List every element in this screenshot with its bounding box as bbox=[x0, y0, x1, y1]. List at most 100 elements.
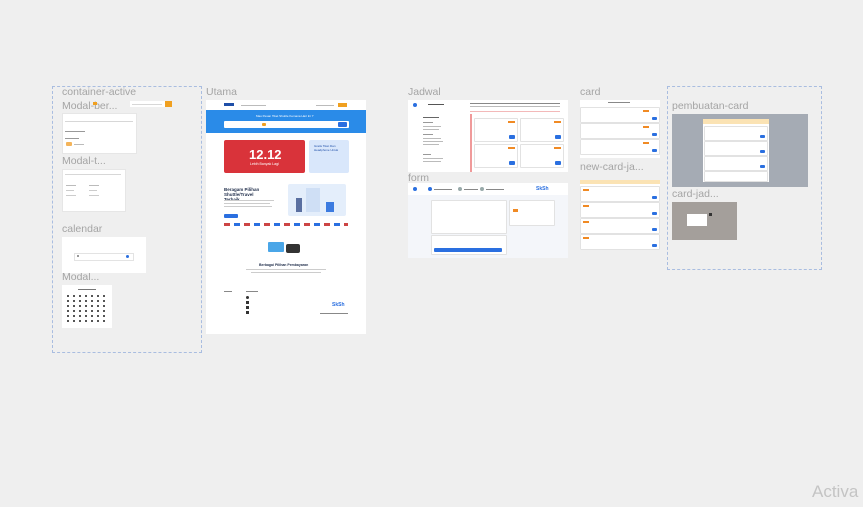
frame-label-modal-t[interactable]: Modal-t... bbox=[62, 155, 106, 167]
card-jad-preview[interactable] bbox=[687, 214, 707, 226]
calendar-day-cell[interactable] bbox=[85, 305, 87, 307]
calendar-day-cell[interactable] bbox=[73, 300, 75, 302]
new-card-item-4[interactable] bbox=[580, 234, 660, 250]
calendar-prev-icon[interactable] bbox=[77, 255, 79, 257]
frame-label-utama[interactable]: Utama bbox=[206, 86, 237, 98]
facebook-icon[interactable] bbox=[246, 306, 249, 309]
calendar-day-cell[interactable] bbox=[91, 305, 93, 307]
calendar-day-cell[interactable] bbox=[79, 310, 81, 312]
calendar-day-cell[interactable] bbox=[85, 315, 87, 317]
calendar-day-cell[interactable] bbox=[103, 300, 105, 302]
modal-ber-frame[interactable] bbox=[62, 113, 137, 154]
frame-label-card[interactable]: card bbox=[580, 86, 600, 98]
calendar-day-cell[interactable] bbox=[73, 320, 75, 322]
calendar-day-cell[interactable] bbox=[79, 300, 81, 302]
calendar-day-cell[interactable] bbox=[103, 310, 105, 312]
card-item-2[interactable] bbox=[580, 123, 660, 139]
calendar-day-cell[interactable] bbox=[97, 310, 99, 312]
calendar-day-cell[interactable] bbox=[103, 295, 105, 297]
container-active-frame[interactable] bbox=[130, 101, 165, 107]
linkedin-icon[interactable] bbox=[246, 311, 249, 314]
calendar-day-cell[interactable] bbox=[85, 310, 87, 312]
jadwal-back-icon[interactable] bbox=[413, 103, 417, 107]
calendar-day-cell[interactable] bbox=[67, 320, 69, 322]
calendar-day-cell[interactable] bbox=[103, 305, 105, 307]
jadwal-card-2[interactable] bbox=[520, 118, 564, 142]
learn-more-button[interactable] bbox=[224, 214, 238, 218]
swap-icon[interactable] bbox=[262, 123, 266, 126]
calendar-day-cell[interactable] bbox=[85, 320, 87, 322]
calendar-day-cell[interactable] bbox=[73, 305, 75, 307]
modal-calendar-frame[interactable] bbox=[62, 285, 112, 328]
login-button[interactable] bbox=[338, 103, 347, 107]
calendar-day-cell[interactable] bbox=[67, 305, 69, 307]
submit-button[interactable] bbox=[434, 248, 502, 252]
calendar-day-cell[interactable] bbox=[67, 315, 69, 317]
new-card-item-3[interactable] bbox=[580, 218, 660, 234]
pembuatan-card-item-4[interactable] bbox=[704, 171, 768, 182]
frame-label-jadwal[interactable]: Jadwal bbox=[408, 86, 441, 98]
hero-search-banner[interactable]: Mau Pesan Tiket Shuttle Kemana Hari Ini … bbox=[206, 110, 366, 133]
instagram-icon[interactable] bbox=[246, 296, 249, 299]
booking-summary-card[interactable] bbox=[509, 200, 555, 226]
calendar-day-cell[interactable] bbox=[79, 305, 81, 307]
container-active-orange-button[interactable] bbox=[165, 101, 172, 107]
calendar-day-cell[interactable] bbox=[79, 295, 81, 297]
form-frame[interactable]: SkSh bbox=[408, 183, 568, 258]
frame-label-container-active[interactable]: container-active bbox=[62, 86, 136, 98]
calendar-day-cell[interactable] bbox=[79, 315, 81, 317]
jadwal-card-3[interactable] bbox=[474, 144, 518, 168]
calendar-day-cell[interactable] bbox=[91, 310, 93, 312]
calendar-day-cell[interactable] bbox=[67, 300, 69, 302]
calendar-day-cell[interactable] bbox=[103, 315, 105, 317]
new-card-item-1[interactable] bbox=[580, 186, 660, 202]
card-item-3[interactable] bbox=[580, 139, 660, 155]
calendar-day-cell[interactable] bbox=[97, 320, 99, 322]
calendar-day-cell[interactable] bbox=[97, 315, 99, 317]
card-item-1[interactable] bbox=[580, 107, 660, 123]
calendar-day-cell[interactable] bbox=[97, 295, 99, 297]
jadwal-frame[interactable] bbox=[408, 100, 568, 172]
calendar-day-cell[interactable] bbox=[85, 295, 87, 297]
calendar-day-cell[interactable] bbox=[97, 300, 99, 302]
pembuatan-card-item-3[interactable] bbox=[704, 156, 768, 171]
search-form[interactable] bbox=[224, 121, 349, 128]
design-canvas[interactable]: { "canvas": { "labels": { "container_act… bbox=[0, 0, 863, 507]
contact-form-card[interactable] bbox=[431, 235, 507, 255]
filter-sidebar[interactable] bbox=[420, 114, 472, 172]
pembuatan-card-item-2[interactable] bbox=[704, 141, 768, 156]
calendar-day-cell[interactable] bbox=[103, 320, 105, 322]
frame-label-modal-ber[interactable]: Modal-ber... bbox=[62, 100, 117, 112]
calendar-day-cell[interactable] bbox=[67, 310, 69, 312]
calendar-day-cell[interactable] bbox=[79, 320, 81, 322]
calendar-next-icon[interactable] bbox=[126, 255, 129, 258]
frame-label-card-jad[interactable]: card-jad... bbox=[672, 188, 719, 200]
new-card-item-2[interactable] bbox=[580, 202, 660, 218]
search-button[interactable] bbox=[338, 122, 347, 127]
pembuatan-card-item-1[interactable] bbox=[704, 126, 768, 141]
calendar-frame[interactable] bbox=[62, 237, 146, 273]
calendar-day-cell[interactable] bbox=[67, 295, 69, 297]
calendar-day-cell[interactable] bbox=[73, 295, 75, 297]
calendar-grid[interactable] bbox=[67, 295, 109, 325]
frame-label-calendar[interactable]: calendar bbox=[62, 223, 102, 235]
modal-t-frame[interactable] bbox=[62, 169, 126, 212]
new-card-ja-frame[interactable] bbox=[580, 180, 660, 250]
frame-label-new-card-ja[interactable]: new-card-ja... bbox=[580, 161, 644, 173]
calendar-day-cell[interactable] bbox=[91, 320, 93, 322]
calendar-day-cell[interactable] bbox=[91, 295, 93, 297]
card-frame[interactable] bbox=[580, 100, 660, 158]
form-back-icon[interactable] bbox=[413, 187, 417, 191]
card-jad-frame[interactable] bbox=[672, 202, 737, 240]
calendar-day-cell[interactable] bbox=[73, 310, 75, 312]
calendar-day-cell[interactable] bbox=[91, 300, 93, 302]
calendar-day-cell[interactable] bbox=[73, 315, 75, 317]
pembuatan-card-frame[interactable] bbox=[672, 114, 808, 187]
twitter-icon[interactable] bbox=[246, 301, 249, 304]
calendar-day-cell[interactable] bbox=[97, 305, 99, 307]
promo-banner-side[interactable]: Gratis Tiket Dan Headphone Untuk bbox=[309, 140, 349, 173]
utama-frame[interactable]: Mau Pesan Tiket Shuttle Kemana Hari Ini … bbox=[206, 100, 366, 334]
calendar-day-cell[interactable] bbox=[85, 300, 87, 302]
passenger-form-card[interactable] bbox=[431, 200, 507, 234]
pembuatan-card-modal[interactable] bbox=[703, 119, 769, 182]
